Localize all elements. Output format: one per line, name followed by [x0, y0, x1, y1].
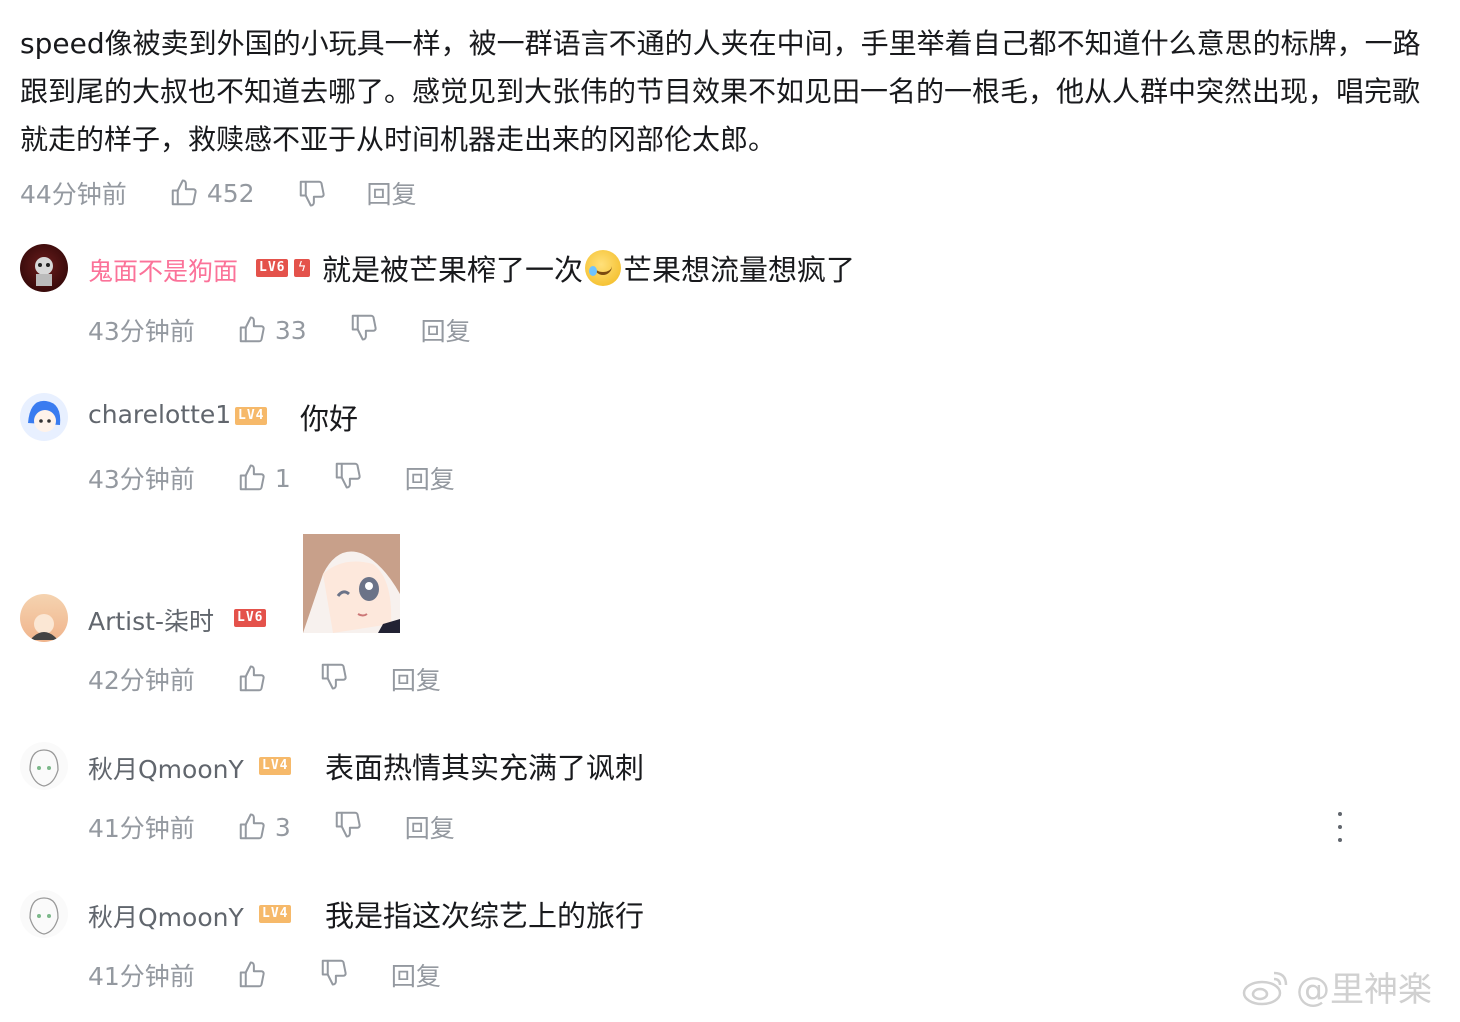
reply-button[interactable]: 回复	[391, 661, 441, 697]
comment-meta: 44分钟前 452 回复	[20, 173, 417, 213]
like-count: 452	[206, 178, 255, 208]
level-badge: LV4	[259, 757, 292, 775]
weibo-logo-icon	[1242, 971, 1288, 1005]
thumbs-up-icon	[239, 665, 265, 692]
reply-text: 表面热情其实充满了讽刺	[325, 751, 645, 785]
reply-button[interactable]: 回复	[367, 175, 417, 211]
dislike-button[interactable]	[319, 957, 349, 993]
sketch-avatar-image	[29, 749, 59, 787]
like-count: 3	[274, 812, 291, 842]
thumbs-up-icon	[171, 179, 197, 206]
reply-time: 43分钟前	[88, 465, 195, 494]
reply-meta: 43分钟前 1 回复	[88, 458, 455, 498]
reply-meta: 41分钟前 3 回复	[88, 807, 455, 847]
reply-button[interactable]: 回复	[391, 957, 441, 993]
mask-avatar-image	[35, 257, 53, 286]
avatar[interactable]	[20, 244, 68, 292]
like-button[interactable]: 3	[237, 812, 291, 842]
reply-time: 42分钟前	[88, 666, 195, 695]
thumbs-down-icon	[335, 462, 361, 489]
comment-time: 44分钟前	[20, 180, 127, 209]
avatar[interactable]	[20, 742, 68, 790]
dislike-button[interactable]	[333, 460, 363, 496]
thumbs-down-icon	[335, 811, 361, 838]
reply-text: 你好	[300, 402, 359, 436]
sticker-image	[303, 534, 400, 633]
reply-meta: 43分钟前 33 回复	[88, 310, 471, 350]
sketch-avatar-image	[29, 897, 59, 935]
like-button[interactable]: 452	[169, 178, 255, 208]
reply-content: 就是被芒果榨了一次 芒果想流量想疯了	[322, 247, 855, 289]
dislike-button[interactable]	[333, 809, 363, 845]
avatar[interactable]	[20, 393, 68, 441]
reply-time: 43分钟前	[88, 317, 195, 346]
like-count: 1	[274, 463, 291, 493]
dislike-button[interactable]	[349, 312, 379, 348]
thumbs-up-icon	[239, 813, 265, 840]
thumbs-down-icon	[321, 959, 347, 986]
reply-button[interactable]: 回复	[405, 809, 455, 845]
username[interactable]: 秋月QmoonY	[88, 898, 244, 934]
laughing-emoji-icon	[585, 250, 622, 286]
comment-text: speed像被卖到外国的小玩具一样，被一群语言不通的人夹在中间，手里举着自己都不…	[20, 27, 1421, 156]
like-button[interactable]	[237, 960, 267, 990]
reply-text: 芒果想流量想疯了	[623, 253, 856, 287]
watermark: @里神楽	[1240, 962, 1432, 1011]
reply-meta: 41分钟前 回复	[88, 955, 441, 995]
reply-button[interactable]: 回复	[405, 460, 455, 496]
username[interactable]: Artist-柒时	[88, 602, 214, 638]
thumbs-up-icon	[239, 316, 265, 343]
thumbs-down-icon	[351, 314, 377, 341]
watermark-text: @里神楽	[1296, 970, 1432, 1010]
thumbs-up-icon	[239, 961, 265, 988]
reply-text: 就是被芒果榨了一次	[322, 253, 584, 287]
thumbs-up-icon	[239, 464, 265, 491]
thumbs-down-icon	[299, 180, 325, 207]
level-badge: LV4	[259, 905, 292, 923]
reply-time: 41分钟前	[88, 962, 195, 991]
artist-avatar-image	[30, 614, 58, 640]
like-button[interactable]: 1	[237, 463, 291, 493]
level-badge: LV6	[256, 259, 289, 277]
more-options-icon[interactable]	[1330, 812, 1350, 842]
dislike-button[interactable]	[297, 178, 327, 208]
like-button[interactable]	[237, 664, 267, 694]
avatar[interactable]	[20, 594, 68, 642]
lightning-icon: ϟ	[294, 259, 310, 277]
reply-text: 我是指这次综艺上的旅行	[325, 899, 645, 933]
reply-button[interactable]: 回复	[421, 312, 471, 348]
dislike-button[interactable]	[319, 661, 349, 697]
thumbs-down-icon	[321, 663, 347, 690]
username[interactable]: 秋月QmoonY	[88, 750, 244, 786]
avatar[interactable]	[20, 890, 68, 938]
level-badge: LV4	[235, 407, 268, 425]
like-count: 33	[274, 315, 307, 345]
level-badge: LV6	[234, 609, 267, 627]
username[interactable]: charelotte1	[88, 400, 231, 429]
reply-meta: 42分钟前 回复	[88, 659, 441, 699]
anime-avatar-image	[28, 400, 61, 432]
reply-time: 41分钟前	[88, 814, 195, 843]
username[interactable]: 鬼面不是狗面	[88, 252, 238, 288]
like-button[interactable]: 33	[237, 315, 307, 345]
